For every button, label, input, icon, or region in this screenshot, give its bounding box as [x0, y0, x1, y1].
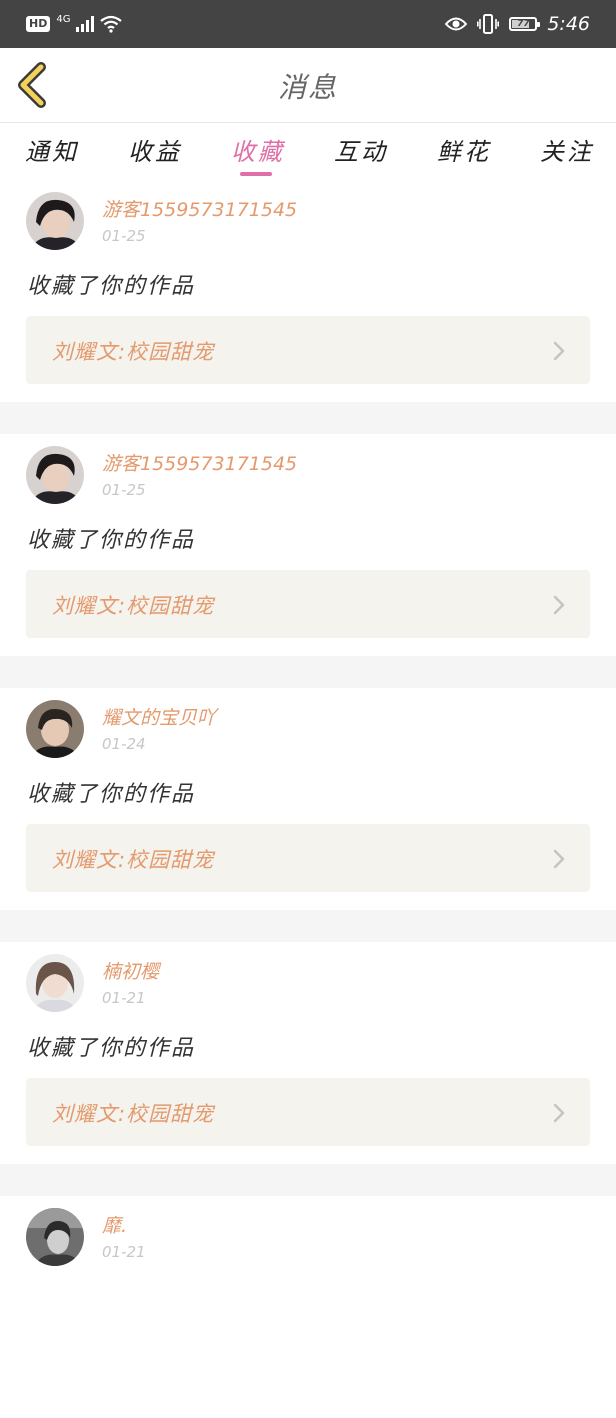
card-separator [0, 656, 616, 688]
work-title: 刘耀文:校园甜宠 [52, 1102, 215, 1126]
chevron-right-icon [553, 849, 565, 869]
message-card: 耀文的宝贝吖 01-24 收藏了你的作品 刘耀文:校园甜宠 [0, 688, 616, 910]
username[interactable]: 耀文的宝贝吖 [102, 703, 216, 730]
page-title: 消息 [277, 71, 338, 104]
username[interactable]: 楠初樱 [102, 957, 159, 984]
chevron-right-icon [553, 341, 565, 361]
chevron-right-icon [553, 595, 565, 615]
hd-badge: HD [26, 16, 51, 32]
battery-level: 77 [517, 19, 530, 29]
username[interactable]: 游客1559573171545 [102, 195, 297, 222]
app-header: 消息 [0, 48, 616, 123]
action-text: 收藏了你的作品 [27, 274, 196, 299]
action-text: 收藏了你的作品 [27, 528, 196, 553]
tab-interactions[interactable]: 互动 [321, 132, 401, 167]
card-separator [0, 910, 616, 942]
message-card: 游客1559573171545 01-25 收藏了你的作品 刘耀文:校园甜宠 [0, 434, 616, 656]
work-title: 刘耀文:校园甜宠 [52, 848, 215, 872]
tab-following[interactable]: 关注 [527, 132, 607, 167]
action-text: 收藏了你的作品 [27, 782, 196, 807]
timestamp: 01-21 [102, 989, 146, 1007]
network-type: 4G [56, 13, 71, 25]
vibrate-icon [477, 14, 500, 34]
tab-flowers[interactable]: 鲜花 [424, 132, 504, 167]
status-right: 77 5:46 [445, 12, 590, 36]
work-link[interactable]: 刘耀文:校园甜宠 [26, 570, 590, 638]
message-card: 游客1559573171545 01-25 收藏了你的作品 刘耀文:校园甜宠 [0, 180, 616, 402]
timestamp: 01-25 [102, 481, 146, 499]
status-bar: HD 4G 77 5:46 [0, 0, 616, 48]
username[interactable]: 靡. [102, 1211, 127, 1238]
signal-icon [76, 16, 95, 32]
work-title: 刘耀文:校园甜宠 [52, 340, 215, 364]
wifi-icon [100, 15, 123, 33]
chevron-right-icon [553, 1103, 565, 1123]
work-title: 刘耀文:校园甜宠 [52, 594, 215, 618]
message-feed: 游客1559573171545 01-25 收藏了你的作品 刘耀文:校园甜宠 游… [0, 180, 616, 1418]
timestamp: 01-24 [102, 735, 146, 753]
message-card: 楠初樱 01-21 收藏了你的作品 刘耀文:校园甜宠 [0, 942, 616, 1164]
avatar[interactable] [26, 192, 84, 250]
tab-earnings[interactable]: 收益 [115, 132, 195, 167]
active-tab-indicator [240, 172, 272, 176]
avatar[interactable] [26, 446, 84, 504]
message-card: 靡. 01-21 [0, 1196, 616, 1418]
tab-favorites[interactable]: 收藏 [218, 132, 298, 167]
action-text: 收藏了你的作品 [27, 1036, 196, 1061]
work-link[interactable]: 刘耀文:校园甜宠 [26, 1078, 590, 1146]
battery-icon: 77 [509, 17, 541, 31]
work-link[interactable]: 刘耀文:校园甜宠 [26, 316, 590, 384]
tab-bar: 通知 收益 收藏 互动 鲜花 关注 [0, 124, 616, 180]
avatar[interactable] [26, 1208, 84, 1266]
card-separator [0, 402, 616, 434]
tab-notifications[interactable]: 通知 [12, 132, 92, 167]
card-separator [0, 1164, 616, 1196]
avatar[interactable] [26, 954, 84, 1012]
status-left: HD 4G [26, 12, 123, 36]
timestamp: 01-25 [102, 227, 146, 245]
eye-icon [445, 17, 468, 31]
timestamp: 01-21 [102, 1243, 146, 1261]
avatar[interactable] [26, 700, 84, 758]
clock: 5:46 [547, 13, 590, 35]
work-link[interactable]: 刘耀文:校园甜宠 [26, 824, 590, 892]
username[interactable]: 游客1559573171545 [102, 449, 297, 476]
